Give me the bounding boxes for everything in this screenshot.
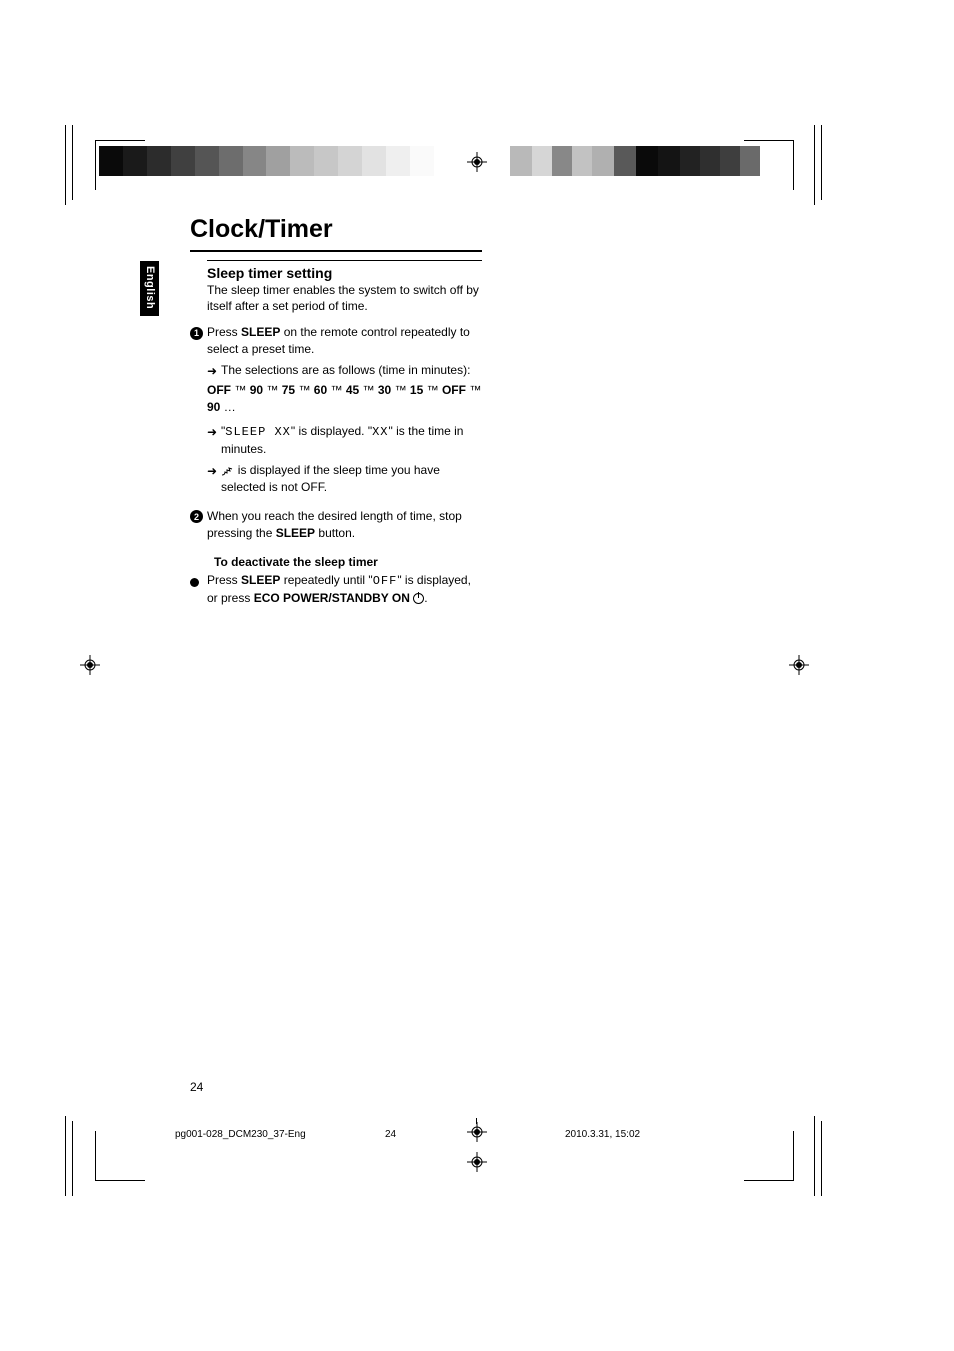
registration-mark-icon xyxy=(789,655,809,675)
step2-text: When you reach the desired length of tim… xyxy=(207,508,482,542)
arrow-icon: ➜ xyxy=(207,424,221,458)
section-intro: The sleep timer enables the system to sw… xyxy=(207,282,482,314)
bullet-icon xyxy=(190,578,199,587)
arrow-icon: ➜ xyxy=(207,463,221,496)
deactivate-text: Press SLEEP repeatedly until "OFF" is di… xyxy=(207,572,482,607)
deactivate-heading: To deactivate the sleep timer xyxy=(214,555,770,569)
step-1: 1 Press SLEEP on the remote control repe… xyxy=(190,324,482,495)
registration-mark-icon xyxy=(467,1152,487,1172)
step1-sub2: "SLEEP XX" is displayed. "XX" is the tim… xyxy=(221,423,482,458)
registration-mark-icon xyxy=(467,152,487,172)
registration-mark-icon xyxy=(80,655,100,675)
page-title: Clock/Timer xyxy=(190,215,482,252)
language-tab: English xyxy=(140,261,159,316)
step1-text: Press SLEEP on the remote control repeat… xyxy=(207,325,470,356)
sleep-sequence: OFF ™ 90 ™ 75 ™ 60 ™ 45 ™ 30 ™ 15 ™ OFF … xyxy=(207,382,482,416)
footer-datetime: 2010.3.31, 15:02 xyxy=(565,1129,640,1140)
color-calibration-bar xyxy=(510,146,760,176)
print-footer: pg001-028_DCM230_37-Eng 24 2010.3.31, 15… xyxy=(175,1129,775,1140)
sleep-zz-icon xyxy=(221,466,238,477)
page-number: 24 xyxy=(190,1080,203,1094)
step1-sub1: The selections are as follows (time in m… xyxy=(221,362,482,380)
crop-mark xyxy=(95,1131,145,1181)
power-icon xyxy=(413,593,424,604)
step-2: 2 When you reach the desired length of t… xyxy=(190,508,482,542)
arrow-icon: ➜ xyxy=(207,363,221,380)
step-number-icon: 1 xyxy=(190,327,203,340)
footer-page: 24 xyxy=(385,1129,565,1140)
footer-filename: pg001-028_DCM230_37-Eng xyxy=(175,1129,385,1140)
deactivate-bullet: Press SLEEP repeatedly until "OFF" is di… xyxy=(190,572,482,607)
step-number-icon: 2 xyxy=(190,510,203,523)
section-heading: Sleep timer setting xyxy=(207,260,482,281)
step1-sub3: is displayed if the sleep time you have … xyxy=(221,462,482,496)
color-calibration-bar xyxy=(99,146,434,176)
